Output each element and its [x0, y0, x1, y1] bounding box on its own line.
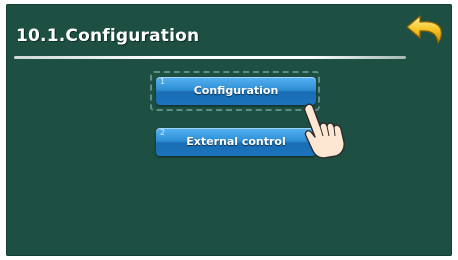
menu-item-label: Configuration — [193, 84, 279, 97]
back-button[interactable] — [404, 12, 448, 52]
menu-item-number: 2 — [160, 128, 166, 137]
configuration-button[interactable]: 1 Configuration — [156, 77, 316, 105]
screen: 10.1.Configuration 1 Configuration 2 Ext… — [6, 4, 452, 256]
page-title: 10.1.Configuration — [16, 26, 200, 46]
external-control-button[interactable]: 2 External control — [156, 128, 316, 156]
title-divider — [14, 56, 406, 59]
menu-item-label: External control — [186, 135, 286, 148]
menu-item-number: 1 — [160, 77, 166, 86]
pointing-hand-icon — [298, 100, 350, 160]
back-arrow-icon — [406, 15, 442, 44]
